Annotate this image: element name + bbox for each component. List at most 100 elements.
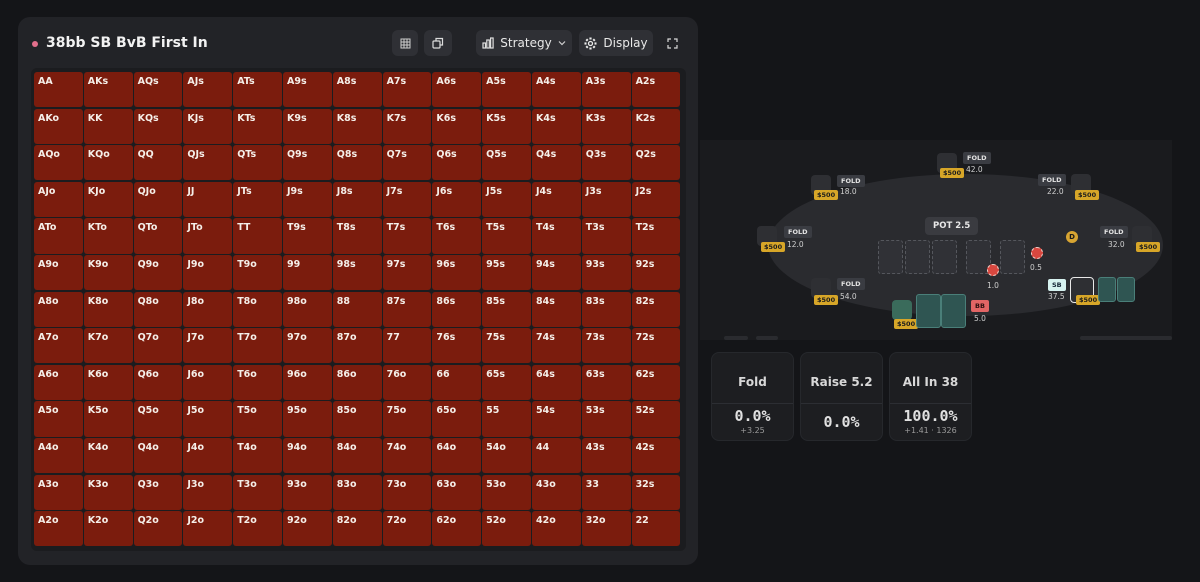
hand-cell[interactable]: AQo: [34, 145, 83, 181]
hand-cell[interactable]: K9o: [83, 254, 133, 291]
hand-cell[interactable]: Q6o: [133, 364, 183, 401]
hand-cell[interactable]: T7o: [233, 328, 282, 364]
action-all-in[interactable]: All In 38 100.0% +1.41 · 1326: [889, 352, 972, 441]
hand-cell[interactable]: 73o: [382, 474, 432, 510]
hand-cell[interactable]: 75o: [382, 401, 432, 437]
hand-cell[interactable]: AKs: [83, 72, 133, 108]
hand-cell[interactable]: T6o: [233, 364, 282, 401]
hand-cell[interactable]: K5s: [482, 108, 531, 144]
hand-cell[interactable]: J9o: [183, 254, 233, 291]
hand-cell[interactable]: ATo: [34, 218, 83, 254]
hand-cell[interactable]: KK: [83, 108, 133, 144]
hand-cell[interactable]: 82s: [631, 291, 681, 327]
hand-cell[interactable]: T5s: [482, 218, 531, 254]
action-raise[interactable]: Raise 5.2 0.0%: [800, 352, 883, 441]
hand-cell[interactable]: Q4o: [133, 437, 183, 474]
hand-cell[interactable]: 86s: [432, 291, 482, 327]
hand-cell[interactable]: K3s: [581, 108, 631, 144]
hand-cell[interactable]: JJ: [183, 181, 233, 218]
hand-cell[interactable]: K6o: [83, 364, 133, 401]
hand-cell[interactable]: T4o: [233, 437, 282, 474]
hand-cell[interactable]: JTs: [233, 181, 282, 218]
hand-cell[interactable]: 22: [631, 511, 681, 547]
hand-cell[interactable]: 97s: [382, 254, 432, 291]
hand-cell[interactable]: K2s: [631, 108, 681, 144]
hand-cell[interactable]: Q7s: [382, 145, 432, 181]
hand-cell[interactable]: Q6s: [432, 145, 482, 181]
hand-cell[interactable]: Q3o: [133, 474, 183, 510]
hand-cell[interactable]: J2s: [631, 181, 681, 218]
hand-cell[interactable]: 96o: [282, 364, 332, 401]
hand-cell[interactable]: A2s: [631, 72, 681, 108]
hand-cell[interactable]: QTo: [133, 218, 183, 254]
hand-cell[interactable]: A7s: [382, 72, 432, 108]
hand-cell[interactable]: J7o: [183, 328, 233, 364]
hand-cell[interactable]: J8s: [332, 181, 382, 218]
hand-cell[interactable]: A3o: [34, 474, 83, 510]
hand-cell[interactable]: 95s: [482, 254, 531, 291]
hand-cell[interactable]: 93o: [282, 474, 332, 510]
hand-cell[interactable]: ATs: [233, 72, 282, 108]
hand-cell[interactable]: 62o: [432, 511, 482, 547]
hand-cell[interactable]: T4s: [531, 218, 581, 254]
hand-cell[interactable]: J8o: [183, 291, 233, 327]
hand-cell[interactable]: 63s: [581, 364, 631, 401]
hand-cell[interactable]: Q2s: [631, 145, 681, 181]
hand-cell[interactable]: 32s: [631, 474, 681, 510]
copy-button[interactable]: [424, 30, 452, 56]
hand-cell[interactable]: 84s: [531, 291, 581, 327]
hand-cell[interactable]: 62s: [631, 364, 681, 401]
hand-cell[interactable]: K8o: [83, 291, 133, 327]
hand-cell[interactable]: K4s: [531, 108, 581, 144]
hand-cell[interactable]: Q9o: [133, 254, 183, 291]
hand-cell[interactable]: 33: [581, 474, 631, 510]
hand-cell[interactable]: 92o: [282, 511, 332, 547]
hand-cell[interactable]: 98s: [332, 254, 382, 291]
hand-cell[interactable]: J6s: [432, 181, 482, 218]
hand-cell[interactable]: KJo: [83, 181, 133, 218]
hand-cell[interactable]: A9o: [34, 254, 83, 291]
hand-cell[interactable]: A6o: [34, 364, 83, 401]
hand-cell[interactable]: QQ: [133, 145, 183, 181]
hand-cell[interactable]: 95o: [282, 401, 332, 437]
hand-cell[interactable]: 53o: [482, 474, 531, 510]
hand-cell[interactable]: 42o: [531, 511, 581, 547]
hand-cell[interactable]: 74o: [382, 437, 432, 474]
hand-cell[interactable]: AJo: [34, 181, 83, 218]
hand-cell[interactable]: T3o: [233, 474, 282, 510]
hand-cell[interactable]: Q8o: [133, 291, 183, 327]
hand-cell[interactable]: 76o: [382, 364, 432, 401]
fullscreen-button[interactable]: [662, 30, 682, 56]
hand-cell[interactable]: T9s: [282, 218, 332, 254]
hand-cell[interactable]: Q3s: [581, 145, 631, 181]
hand-cell[interactable]: 94s: [531, 254, 581, 291]
hand-cell[interactable]: 52o: [482, 511, 531, 547]
hand-cell[interactable]: QTs: [233, 145, 282, 181]
hand-cell[interactable]: 86o: [332, 364, 382, 401]
hand-cell[interactable]: KQo: [83, 145, 133, 181]
hand-cell[interactable]: K2o: [83, 511, 133, 547]
hand-cell[interactable]: 84o: [332, 437, 382, 474]
hand-cell[interactable]: 65o: [432, 401, 482, 437]
hand-cell[interactable]: 53s: [581, 401, 631, 437]
hand-cell[interactable]: T9o: [233, 254, 282, 291]
hand-cell[interactable]: 83s: [581, 291, 631, 327]
hand-cell[interactable]: 32o: [581, 511, 631, 547]
hand-cell[interactable]: AJs: [183, 72, 233, 108]
hand-cell[interactable]: J6o: [183, 364, 233, 401]
hand-cell[interactable]: J5s: [482, 181, 531, 218]
hand-cell[interactable]: T8s: [332, 218, 382, 254]
hand-cell[interactable]: AKo: [34, 108, 83, 144]
hand-cell[interactable]: 94o: [282, 437, 332, 474]
hand-cell[interactable]: T6s: [432, 218, 482, 254]
hand-cell[interactable]: K8s: [332, 108, 382, 144]
hand-cell[interactable]: 76s: [432, 328, 482, 364]
hand-cell[interactable]: 42s: [631, 437, 681, 474]
hand-cell[interactable]: KTo: [83, 218, 133, 254]
hand-cell[interactable]: K3o: [83, 474, 133, 510]
hand-cell[interactable]: Q4s: [531, 145, 581, 181]
hand-cell[interactable]: J4s: [531, 181, 581, 218]
action-fold[interactable]: Fold 0.0% +3.25: [711, 352, 794, 441]
strategy-dropdown[interactable]: Strategy: [476, 30, 572, 56]
hand-cell[interactable]: T2o: [233, 511, 282, 547]
